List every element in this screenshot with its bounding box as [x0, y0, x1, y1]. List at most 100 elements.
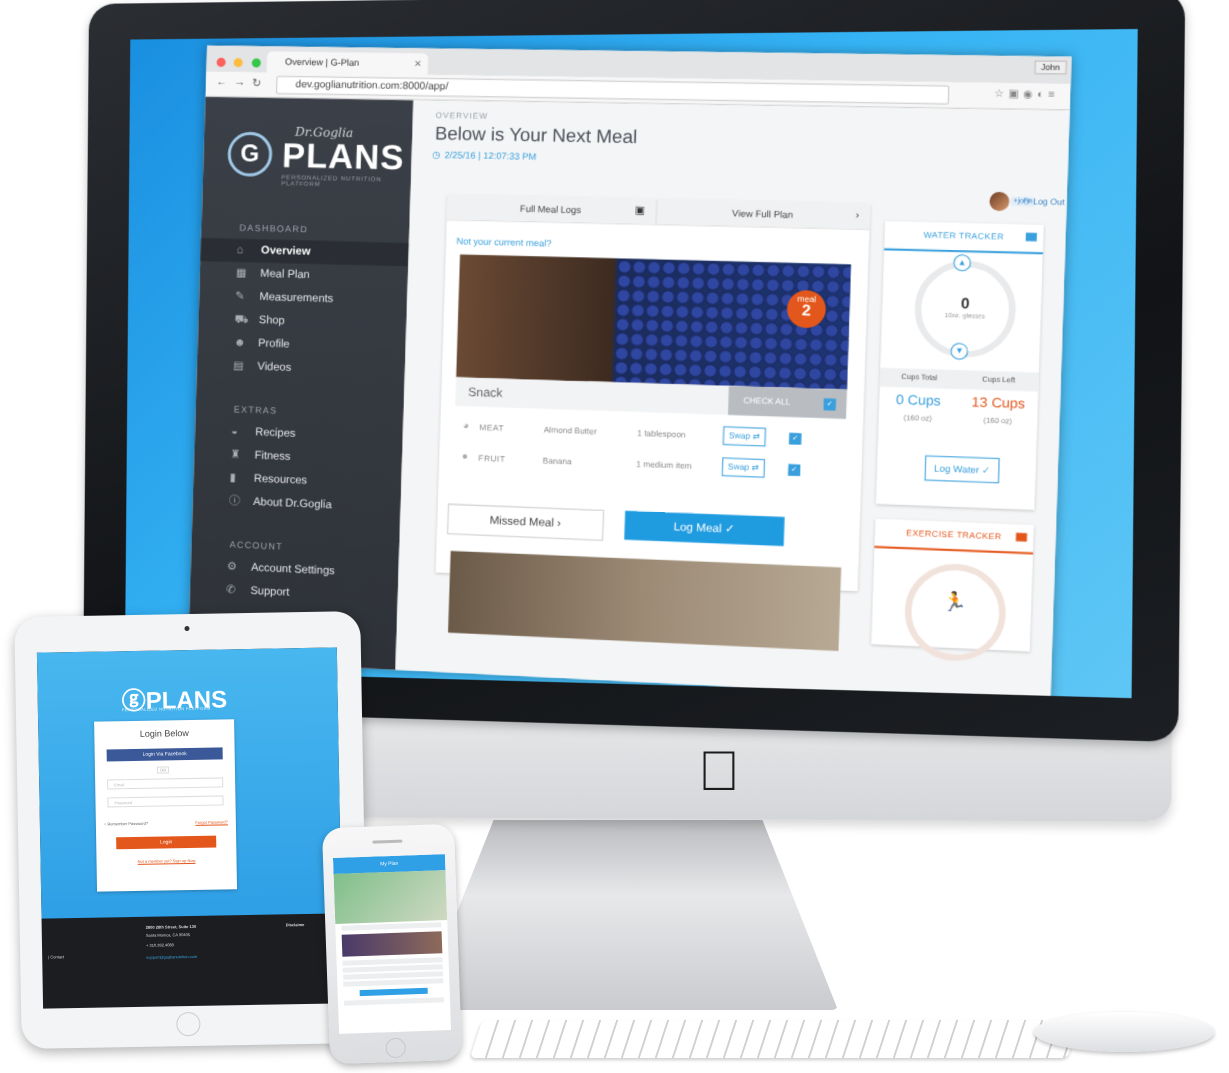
log-meal-button[interactable]: Log Meal ✓ [624, 510, 785, 547]
app-layout: G Dr.Goglia PLANS PERSONALIZED NUTRITION… [187, 96, 1070, 699]
logout-label: Log Out [1032, 196, 1065, 208]
exercise-tracker-title: EXERCISE TRACKER [906, 528, 1002, 542]
exercise-tracker: EXERCISE TRACKER 🏃 [871, 518, 1034, 664]
user-icon: ☻ [233, 336, 246, 350]
iphone-device: My Plan [321, 823, 463, 1065]
tab-view-full-plan[interactable]: View Full Plan › [654, 199, 871, 230]
chevron-right-icon: › [855, 209, 860, 222]
password-placeholder: Password [114, 800, 133, 806]
expand-icon[interactable] [1015, 532, 1028, 542]
footer-address2: Santa Monica, CA 90405 [145, 932, 191, 938]
sidebar-item-label: Account Settings [250, 561, 335, 578]
expand-icon[interactable] [1025, 232, 1037, 242]
meal-card: Full Meal Logs ▣ View Full Plan › Not yo… [435, 194, 871, 652]
iphone-row [341, 922, 442, 931]
extension-icons[interactable]: ☆▣◉◐≡ [994, 88, 1060, 101]
footer-disclaimer: Disclaime [285, 922, 305, 928]
ipad-device: ⓖPLANS PERSONALIZED NUTRITION PLATFORM L… [14, 611, 368, 1049]
meat-icon: ◕ [462, 420, 470, 432]
iphone-profile-photo [333, 870, 448, 924]
meal-name: Snack [467, 384, 503, 401]
sidebar-item-label: Support [250, 584, 290, 599]
minimize-window-dot[interactable] [233, 58, 244, 68]
forgot-password-link[interactable]: Forgot Password? [195, 819, 228, 825]
swap-button[interactable]: Swap ⇄ [722, 426, 767, 447]
tab-full-meal-logs[interactable]: Full Meal Logs ▣ [446, 194, 656, 225]
ipad-screen: ⓖPLANS PERSONALIZED NUTRITION PLATFORM L… [36, 647, 344, 1009]
email-placeholder: Email [114, 782, 125, 788]
remember-label: Remember Password? [107, 820, 149, 827]
bowl-icon: ◒ [230, 425, 239, 438]
food-quantity: 1 medium item [636, 459, 692, 471]
sidebar-item-label: Shop [258, 314, 285, 328]
log-water-button[interactable]: Log Water ✓ [924, 455, 1000, 484]
not-current-meal-link[interactable]: Not your current meal? [456, 236, 551, 249]
water-tracker-title: WATER TRACKER [923, 230, 1005, 242]
logout-link[interactable]: ⚇ Log Out [1023, 197, 1065, 207]
water-count-label: 10oz. glasses [944, 312, 986, 321]
nav-section-dashboard: DASHBOARD [239, 222, 309, 235]
browser-user-chip[interactable]: John [1034, 60, 1067, 75]
missed-meal-button[interactable]: Missed Meal › [447, 503, 605, 541]
facebook-login-button[interactable]: Login Via Facebook [106, 747, 223, 762]
missed-meal-label: Missed Meal [489, 514, 555, 530]
remember-checkbox[interactable]: ○ Remember Password? [104, 821, 148, 827]
iphone-log-button[interactable] [359, 987, 428, 997]
password-field[interactable]: Password [107, 795, 224, 808]
log-icon: ▣ [634, 205, 646, 217]
apple-icon: ● [461, 451, 469, 463]
ipad-footer: 2800 28th Street, Suite 130 Santa Monica… [42, 913, 344, 1008]
food-name: Banana [542, 456, 572, 467]
apple-logo-icon:  [698, 738, 740, 803]
reload-icon[interactable]: ↻ [252, 76, 262, 89]
close-window-dot[interactable] [216, 57, 226, 67]
brand-logo: G Dr.Goglia PLANS PERSONALIZED NUTRITION… [202, 97, 413, 200]
imac-stand [418, 820, 838, 1010]
cups-left-label: Cups Left [982, 376, 1016, 385]
signup-link[interactable]: Not a member yet? Sign up Now [97, 857, 237, 864]
food-category: MEAT [479, 422, 505, 434]
ipad-home-button[interactable] [176, 1011, 201, 1037]
close-tab-icon[interactable]: ✕ [414, 53, 422, 75]
chevron-right-icon: › [556, 517, 562, 530]
avatar[interactable] [989, 191, 1010, 212]
login-title: Login Below [139, 728, 189, 739]
calendar-icon: ▦ [235, 267, 247, 280]
login-button[interactable]: Login [116, 835, 217, 850]
browser-tab[interactable]: Overview | G-Plan ✕ [266, 51, 429, 75]
food-checkbox[interactable]: ✓ [789, 432, 802, 445]
check-all-label: CHECK ALL [743, 395, 791, 407]
footer-contact-label: Contact [50, 954, 65, 960]
check-all-button[interactable]: CHECK ALL ✓ [727, 385, 847, 420]
log-water-label: Log Water [933, 463, 980, 476]
footer-email[interactable]: support@goglianutrition.com [146, 954, 197, 960]
browser-window: Overview | G-Plan ✕ John ← → ↻ dev.gogli… [187, 45, 1072, 699]
check-all-checkbox[interactable]: ✓ [823, 398, 836, 411]
cups-total-sub: (160 oz) [903, 414, 932, 424]
back-icon[interactable]: ← [216, 76, 227, 88]
sidebar-item-label: About Dr.Goglia [252, 495, 332, 512]
page-title: Below is Your Next Meal [434, 123, 638, 148]
cart-icon: ⛟ [234, 313, 249, 326]
footer-contact[interactable]: | Contact [48, 954, 64, 959]
maximize-window-dot[interactable] [251, 58, 261, 68]
iphone-meal-image [341, 931, 443, 957]
forward-icon[interactable]: → [234, 76, 245, 88]
sidebar-item-label: Meal Plan [260, 267, 310, 282]
iphone-home-button[interactable] [385, 1037, 406, 1059]
sidebar: G Dr.Goglia PLANS PERSONALIZED NUTRITION… [187, 96, 414, 670]
logo-name: PLANS [281, 136, 406, 178]
trophy-icon: ♜ [230, 448, 241, 462]
food-checkbox[interactable]: ✓ [788, 464, 801, 476]
food-category: FRUIT [478, 453, 506, 464]
wrench-icon: ✆ [226, 583, 236, 597]
meal-badge-number: 2 [801, 301, 812, 320]
facebook-login-label: Login Via Facebook [142, 751, 187, 758]
sidebar-item-label: Fitness [254, 449, 291, 463]
food-quantity: 1 tablespoon [637, 428, 686, 440]
cups-left-value: 13 Cups [971, 393, 1026, 412]
email-field[interactable]: Email [107, 777, 224, 790]
footer-address1: 2800 28th Street, Suite 130 [145, 923, 197, 930]
cups-total-value: 0 Cups [895, 391, 942, 409]
swap-button[interactable]: Swap ⇄ [721, 457, 766, 478]
